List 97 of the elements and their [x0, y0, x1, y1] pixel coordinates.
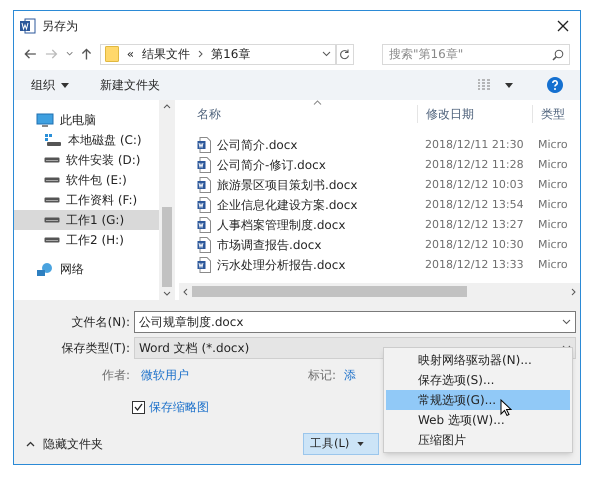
column-header[interactable]: 修改日期	[417, 105, 532, 123]
menu-item[interactable]: 压缩图片	[386, 430, 570, 450]
modified-date: 2018/12/11 21:30	[424, 136, 525, 153]
file-type: Micro	[537, 156, 568, 173]
help-icon[interactable]	[547, 77, 563, 93]
file-name[interactable]: 企业信息化建设方案.docx	[217, 196, 358, 214]
modified-date: 2018/12/12 13:27	[424, 216, 525, 233]
file-name[interactable]: 市场调查报告.docx	[217, 236, 322, 254]
new-folder-button[interactable]: 新建文件夹	[100, 76, 160, 94]
file-type: Micro	[537, 216, 568, 233]
word-document-icon	[197, 137, 211, 153]
sidebar-item[interactable]: 工作2 (H:)	[14, 230, 159, 250]
sidebar-item[interactable]: 此电脑	[14, 110, 159, 130]
checkbox[interactable]	[132, 400, 145, 414]
scroll-right-icon[interactable]	[571, 288, 576, 296]
refresh-icon	[339, 48, 350, 60]
modified-date: 2018/12/12 13:54	[424, 196, 525, 213]
computer-icon	[36, 112, 54, 128]
word-document-icon	[197, 217, 211, 233]
chevron-down-icon[interactable]	[66, 51, 73, 57]
drive-icon	[44, 157, 60, 163]
chevron-down-icon[interactable]	[322, 51, 331, 57]
window-title: 另存为	[42, 18, 79, 35]
file-type: Micro	[537, 176, 568, 193]
file-name[interactable]: 公司简介.docx	[217, 136, 298, 154]
author-link[interactable]: 微软用户	[141, 366, 296, 384]
column-header[interactable]: 类型	[532, 105, 565, 123]
file-type: Micro	[537, 136, 568, 153]
scrollbar-thumb[interactable]	[162, 207, 172, 287]
file-type: Micro	[537, 196, 568, 213]
caret-icon	[357, 442, 364, 446]
file-type: Micro	[537, 236, 568, 253]
file-name[interactable]: 污水处理分析报告.docx	[217, 256, 346, 274]
drive-icon	[44, 217, 60, 223]
address-bar[interactable]: « 结果文件 第16章	[100, 44, 336, 64]
system-drive-icon	[44, 133, 62, 147]
sidebar-item[interactable]: 软件安装 (D:)	[14, 150, 159, 170]
sidebar-item[interactable]: 软件包 (E:)	[14, 170, 159, 190]
caret-icon	[61, 82, 69, 88]
sidebar-item[interactable]: 工作资料 (F:)	[14, 190, 159, 210]
breadcrumb[interactable]: «	[126, 45, 134, 63]
scroll-down-icon[interactable]	[163, 291, 171, 296]
organize-button[interactable]: 组织	[31, 76, 69, 94]
checkbox-label[interactable]: 保存缩略图	[149, 398, 209, 416]
checkmark-icon	[134, 403, 143, 411]
field-label: 保存类型(T):	[60, 340, 130, 357]
word-document-icon	[197, 157, 211, 173]
tags-link[interactable]: 添	[344, 366, 356, 384]
chevron-right-icon	[198, 50, 204, 58]
drive-icon	[44, 177, 60, 183]
view-options-icon[interactable]	[477, 79, 493, 91]
caret-icon[interactable]	[505, 82, 513, 88]
field-label: 文件名(N):	[70, 314, 130, 331]
file-type: Micro	[537, 256, 568, 273]
scrollbar-thumb[interactable]	[192, 286, 467, 297]
menu-item[interactable]: Web 选项(W)...	[386, 410, 570, 430]
breadcrumb[interactable]: 结果文件	[142, 45, 190, 63]
folder-icon	[104, 46, 119, 62]
chevron-down-icon	[562, 319, 571, 325]
word-icon	[20, 18, 36, 34]
up-arrow-icon[interactable]	[80, 47, 92, 61]
modified-date: 2018/12/12 11:28	[424, 156, 525, 173]
modified-date: 2018/12/12 10:03	[424, 176, 525, 193]
modified-date: 2018/12/12 10:30	[424, 236, 525, 253]
close-icon	[557, 20, 569, 32]
word-document-icon	[197, 257, 211, 273]
network-icon	[36, 262, 54, 276]
word-document-icon	[197, 237, 211, 253]
field-label: 标记:	[306, 367, 336, 384]
field-label: 作者:	[100, 367, 130, 384]
file-name[interactable]: 旅游景区项目策划书.docx	[217, 176, 358, 194]
sidebar-item[interactable]: 本地磁盘 (C:)	[14, 130, 159, 150]
drive-icon	[44, 197, 60, 203]
modified-date: 2018/12/12 13:33	[424, 256, 525, 273]
file-name[interactable]: 人事档案管理制度.docx	[217, 216, 346, 234]
menu-item[interactable]: 保存选项(S)...	[386, 370, 570, 390]
back-arrow-icon[interactable]	[24, 48, 37, 60]
drive-icon	[44, 237, 60, 243]
file-name[interactable]: 公司简介-修订.docx	[217, 156, 326, 174]
scroll-up-icon[interactable]	[163, 104, 171, 109]
horizontal-scrollbar[interactable]	[179, 283, 580, 300]
scroll-left-icon[interactable]	[183, 288, 188, 296]
filename-field[interactable]: 公司规章制度.docx	[134, 311, 576, 333]
sidebar-item[interactable]: 工作1 (G:)	[14, 210, 159, 230]
search-field[interactable]: 搜索"第16章"	[382, 44, 570, 64]
sidebar-scrollbar[interactable]	[159, 100, 175, 300]
search-icon	[552, 48, 564, 60]
menu-item[interactable]: 常规选项(G)...	[386, 390, 570, 410]
column-header[interactable]: 名称	[179, 105, 417, 123]
chevron-up-icon	[26, 441, 35, 447]
tools-button[interactable]: 工具(L)	[303, 433, 379, 455]
sidebar-item[interactable]: 网络	[14, 259, 159, 279]
refresh-button[interactable]	[336, 44, 354, 64]
hide-folders-button[interactable]: 隐藏文件夹	[26, 435, 103, 453]
word-document-icon	[197, 177, 211, 193]
word-document-icon	[197, 197, 211, 213]
breadcrumb[interactable]: 第16章	[211, 45, 250, 63]
